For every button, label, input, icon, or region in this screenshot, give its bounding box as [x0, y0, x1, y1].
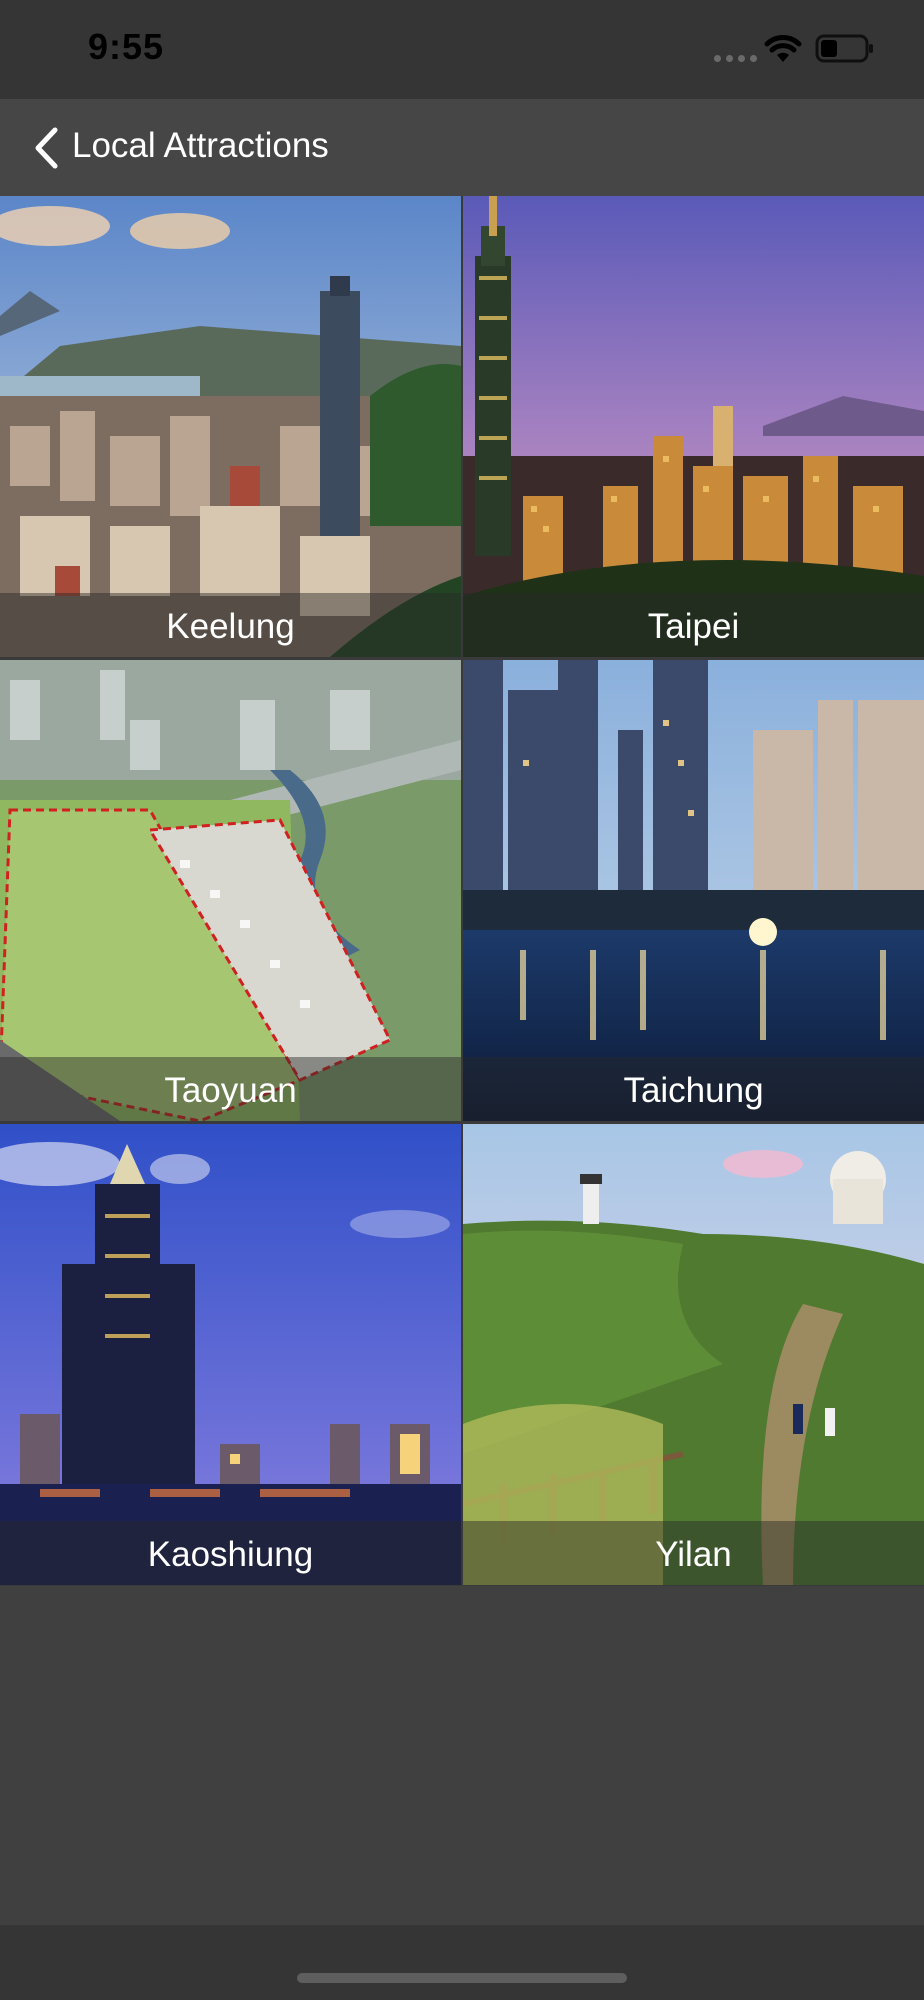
- attraction-label: Taichung: [623, 1071, 764, 1110]
- attractions-grid: Keelung Taipei Taoyuan Taichung Kaoshiun…: [0, 196, 924, 1586]
- status-bar: 9:55: [0, 0, 924, 99]
- attraction-tile-keelung[interactable]: Keelung: [0, 196, 461, 657]
- attraction-tile-taichung[interactable]: Taichung: [463, 660, 924, 1121]
- page-title: Local Attractions: [72, 126, 329, 165]
- taichung-image: [463, 660, 924, 1121]
- navigation-bar: Local Attractions: [0, 99, 924, 196]
- attraction-label: Taipei: [647, 607, 740, 646]
- keelung-image: [0, 196, 461, 657]
- home-indicator-area: [0, 1925, 924, 2000]
- attraction-label: Kaoshiung: [147, 1535, 314, 1574]
- taipei-image: [463, 196, 924, 657]
- attraction-tile-taipei[interactable]: Taipei: [463, 196, 924, 657]
- back-button[interactable]: [26, 123, 66, 173]
- attraction-label: Yilan: [655, 1535, 732, 1574]
- attraction-tile-kaoshiung[interactable]: Kaoshiung: [0, 1124, 461, 1585]
- attraction-tile-taoyuan[interactable]: Taoyuan: [0, 660, 461, 1121]
- battery-icon: [815, 34, 873, 63]
- home-indicator[interactable]: [297, 1973, 627, 1983]
- attraction-label: Taoyuan: [164, 1071, 297, 1110]
- wifi-icon: [764, 35, 802, 62]
- attraction-label: Keelung: [166, 607, 295, 646]
- yilan-image: [463, 1124, 924, 1585]
- taoyuan-image: [0, 660, 461, 1121]
- attraction-tile-yilan[interactable]: Yilan: [463, 1124, 924, 1585]
- kaoshiung-image: [0, 1124, 461, 1585]
- status-time: 9:55: [88, 26, 165, 67]
- chevron-left-icon: [35, 127, 58, 169]
- signal-icon: [714, 55, 757, 62]
